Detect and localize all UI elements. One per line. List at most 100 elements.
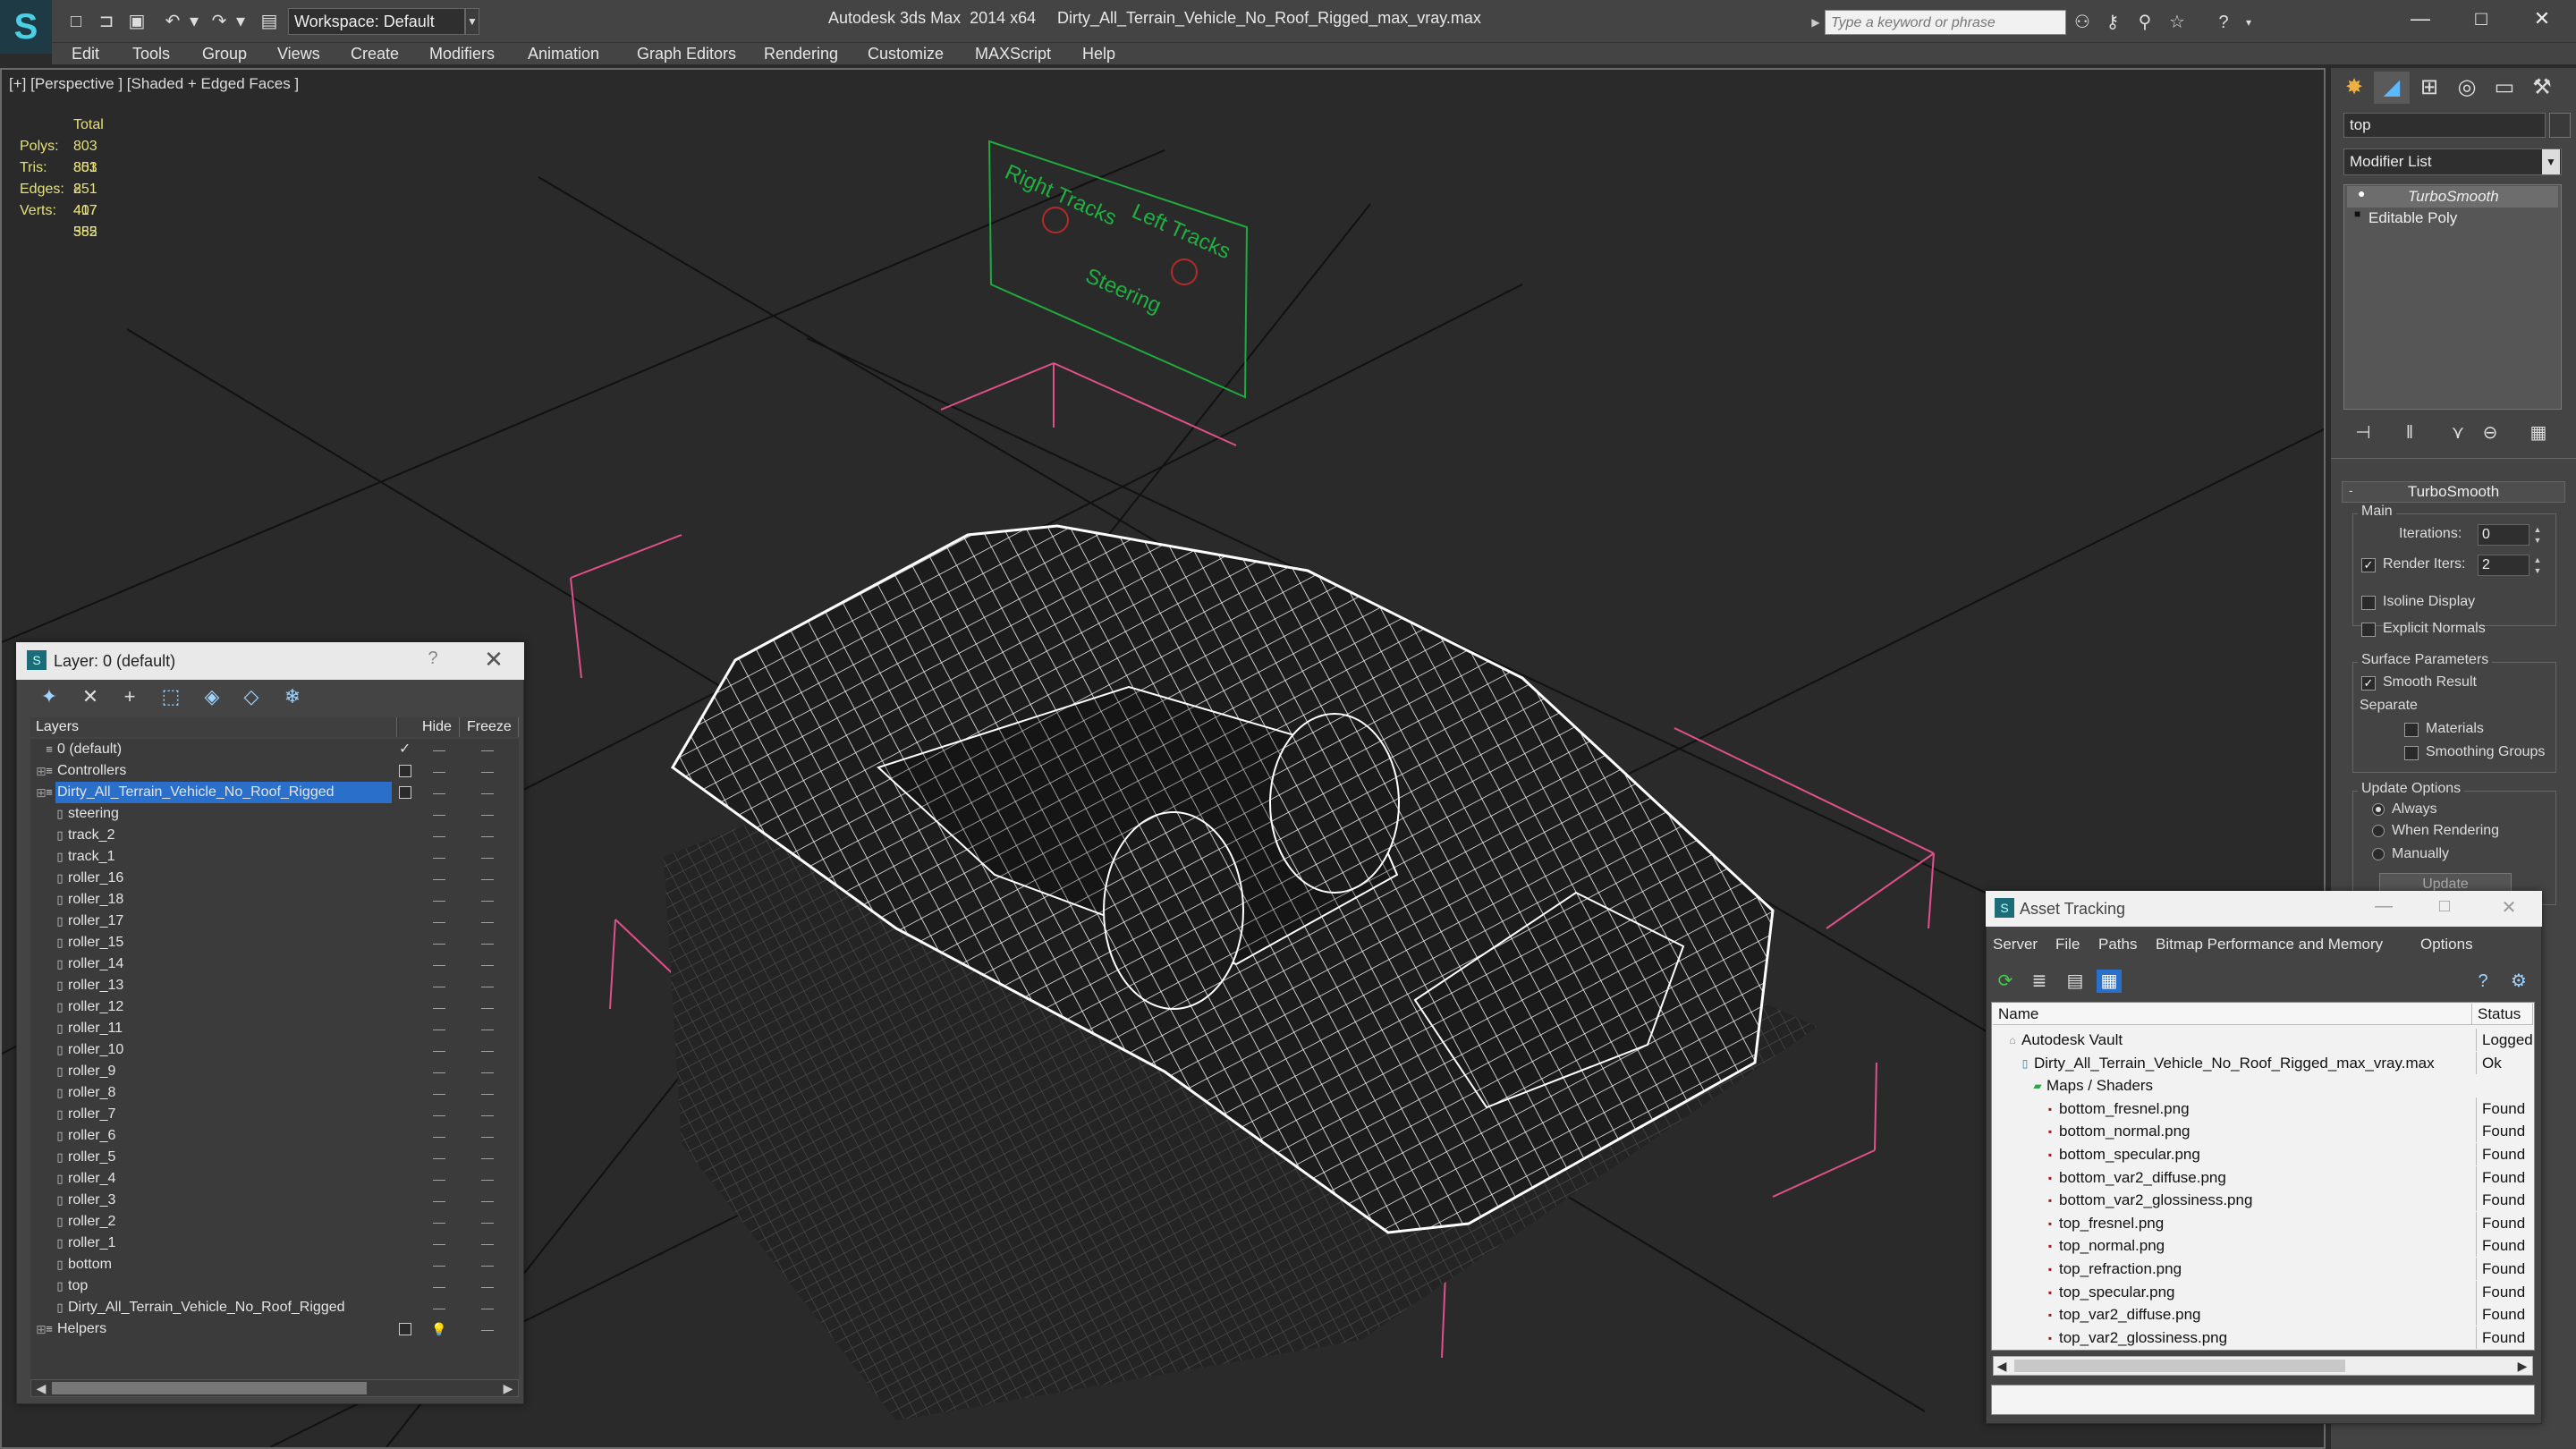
hide-toggle[interactable]: —: [429, 1190, 449, 1211]
asset-row[interactable]: ⌂ Autodesk Vault Logged: [1993, 1029, 2533, 1052]
layer-object-row[interactable]: ▯ roller_6 — —: [30, 1125, 519, 1147]
help-icon[interactable]: ?: [2211, 11, 2236, 34]
layer-object-row[interactable]: ▯ roller_10 — —: [30, 1039, 519, 1061]
asset-scroll-right-icon[interactable]: ▶: [2513, 1357, 2531, 1375]
menu-rendering[interactable]: Rendering: [764, 43, 838, 64]
workspace-dropdown-arrow-icon[interactable]: ▼: [465, 8, 479, 35]
configure-modifier-sets-icon[interactable]: ▦: [2526, 420, 2551, 445]
refresh-icon[interactable]: ⟳: [1993, 970, 2018, 993]
create-tab-icon[interactable]: ✸: [2336, 72, 2372, 104]
iterations-spinner-arrows-icon[interactable]: ▲ ▼: [2531, 524, 2544, 546]
layer-object-row[interactable]: ▯ roller_14 — —: [30, 953, 519, 975]
col-name-header[interactable]: Name: [1993, 1004, 2472, 1025]
col-status-header[interactable]: Status: [2472, 1004, 2533, 1025]
hide-toggle[interactable]: —: [429, 1104, 449, 1125]
workspace-dropdown[interactable]: Workspace: Default: [288, 8, 465, 35]
layer-object-row[interactable]: ▯ roller_7 — —: [30, 1104, 519, 1125]
hide-toggle[interactable]: —: [429, 1039, 449, 1061]
hide-toggle[interactable]: —: [429, 889, 449, 911]
layer-scroll-thumb[interactable]: [52, 1382, 367, 1394]
asset-scroll-thumb[interactable]: [2014, 1360, 2345, 1372]
hide-toggle[interactable]: —: [429, 1125, 449, 1147]
layer-row[interactable]: ⊞ ≡ Controllers — —: [30, 760, 519, 782]
search-expand-icon[interactable]: ▶: [1807, 10, 1825, 35]
asset-scroll-left-icon[interactable]: ◀: [1993, 1357, 2011, 1375]
freeze-toggle[interactable]: —: [474, 996, 501, 1018]
layer-object-row[interactable]: ▯ track_2 — —: [30, 825, 519, 846]
help-dropdown-icon[interactable]: ▾: [2236, 11, 2261, 34]
layer-object-row[interactable]: ▯ roller_13 — —: [30, 975, 519, 996]
asset-row[interactable]: ▪ bottom_var2_diffuse.png Found: [1993, 1165, 2533, 1190]
render-iters-spinner[interactable]: 2: [2478, 555, 2529, 576]
scroll-left-icon[interactable]: ◀: [32, 1379, 50, 1397]
binoculars-icon[interactable]: ⚇: [2070, 11, 2095, 34]
freeze-toggle[interactable]: —: [474, 953, 501, 975]
explicit-normals-checkbox[interactable]: [2361, 623, 2376, 637]
hide-toggle[interactable]: —: [429, 996, 449, 1018]
freeze-toggle[interactable]: —: [474, 803, 501, 825]
render-iters-spinner-arrows-icon[interactable]: ▲ ▼: [2531, 555, 2544, 576]
layer-object-row[interactable]: ▯ Dirty_All_Terrain_Vehicle_No_Roof_Rigge…: [30, 1297, 519, 1318]
asset-row[interactable]: ▪ top_normal.png Found: [1993, 1234, 2533, 1258]
select-objects-icon[interactable]: ⬚: [157, 683, 184, 710]
freeze-toggle[interactable]: —: [474, 889, 501, 911]
layer-object-row[interactable]: ▯ roller_8 — —: [30, 1082, 519, 1104]
hide-toggle[interactable]: —: [429, 868, 449, 889]
delete-layer-icon[interactable]: ✕: [77, 683, 104, 710]
layer-object-row[interactable]: ▯ roller_12 — —: [30, 996, 519, 1018]
thumbnail-view-icon[interactable]: ▤: [2063, 970, 2088, 993]
display-tab-icon[interactable]: ▭: [2487, 72, 2522, 104]
col-layers-header[interactable]: Layers: [30, 717, 397, 737]
layer-object-row[interactable]: ▯ roller_3 — —: [30, 1190, 519, 1211]
asset-menu-paths[interactable]: Paths: [2098, 936, 2137, 953]
open-file-icon[interactable]: ⊐: [95, 11, 118, 32]
hierarchy-tab-icon[interactable]: ⊞: [2411, 72, 2447, 104]
layer-help-icon[interactable]: ?: [424, 648, 442, 669]
current-layer-check-icon[interactable]: ✓: [399, 739, 411, 760]
create-layer-icon[interactable]: ✦: [36, 683, 63, 710]
new-file-icon[interactable]: □: [64, 11, 88, 32]
layer-object-row[interactable]: ▯ roller_18 — —: [30, 889, 519, 911]
modify-tab-icon[interactable]: ◢: [2374, 72, 2410, 104]
project-folder-icon[interactable]: ▤: [258, 11, 281, 32]
hide-toggle[interactable]: —: [429, 1082, 449, 1104]
asset-settings-icon[interactable]: ⚙: [2506, 970, 2531, 993]
scroll-right-icon[interactable]: ▶: [499, 1379, 517, 1397]
layer-object-row[interactable]: ▯ track_1 — —: [30, 846, 519, 868]
asset-row[interactable]: ▪ bottom_var2_glossiness.png Found: [1993, 1189, 2533, 1212]
layer-row[interactable]: ≡ 0 (default) ✓ — —: [30, 739, 519, 760]
menu-customize[interactable]: Customize: [868, 43, 944, 64]
table-view-icon[interactable]: ▦: [2097, 970, 2122, 993]
menu-group[interactable]: Group: [202, 43, 247, 64]
freeze-all-layers-icon[interactable]: ❄: [279, 683, 306, 710]
hide-toggle[interactable]: —: [429, 1211, 449, 1233]
menu-maxscript[interactable]: MAXScript: [975, 43, 1051, 64]
menu-create[interactable]: Create: [351, 43, 399, 64]
menu-modifiers[interactable]: Modifiers: [429, 43, 495, 64]
layer-object-row[interactable]: ▯ roller_1 — —: [30, 1233, 519, 1254]
asset-row[interactable]: ▪ bottom_normal.png Found: [1993, 1120, 2533, 1143]
undo-icon[interactable]: ↶: [161, 11, 184, 32]
hide-all-layers-icon[interactable]: ◇: [238, 683, 265, 710]
motion-tab-icon[interactable]: ◎: [2449, 72, 2485, 104]
hide-toggle[interactable]: —: [429, 760, 449, 782]
freeze-toggle[interactable]: —: [474, 868, 501, 889]
asset-row[interactable]: ▯ Dirty_All_Terrain_Vehicle_No_Roof_Rigge…: [1993, 1051, 2533, 1075]
hide-toggle[interactable]: —: [429, 932, 449, 953]
freeze-toggle[interactable]: —: [474, 1211, 501, 1233]
asset-help-icon[interactable]: ?: [2470, 970, 2496, 993]
stack-expand-icon[interactable]: ■: [2354, 208, 2367, 220]
communication-center-icon[interactable]: ⚲: [2132, 11, 2157, 34]
freeze-toggle[interactable]: —: [474, 975, 501, 996]
hide-toggle[interactable]: —: [429, 846, 449, 868]
hide-toggle[interactable]: —: [429, 1061, 449, 1082]
app-logo-icon[interactable]: S: [0, 0, 52, 54]
freeze-toggle[interactable]: —: [474, 1190, 501, 1211]
hide-toggle[interactable]: —: [429, 825, 449, 846]
layer-object-row[interactable]: ▯ steering — —: [30, 803, 519, 825]
menu-graph-editors[interactable]: Graph Editors: [637, 43, 736, 64]
asset-row[interactable]: ▪ bottom_fresnel.png Found: [1993, 1097, 2533, 1121]
hide-toggle[interactable]: —: [429, 1275, 449, 1297]
col-hide-header[interactable]: Hide: [399, 717, 460, 737]
asset-menu-file[interactable]: File: [2055, 936, 2080, 953]
